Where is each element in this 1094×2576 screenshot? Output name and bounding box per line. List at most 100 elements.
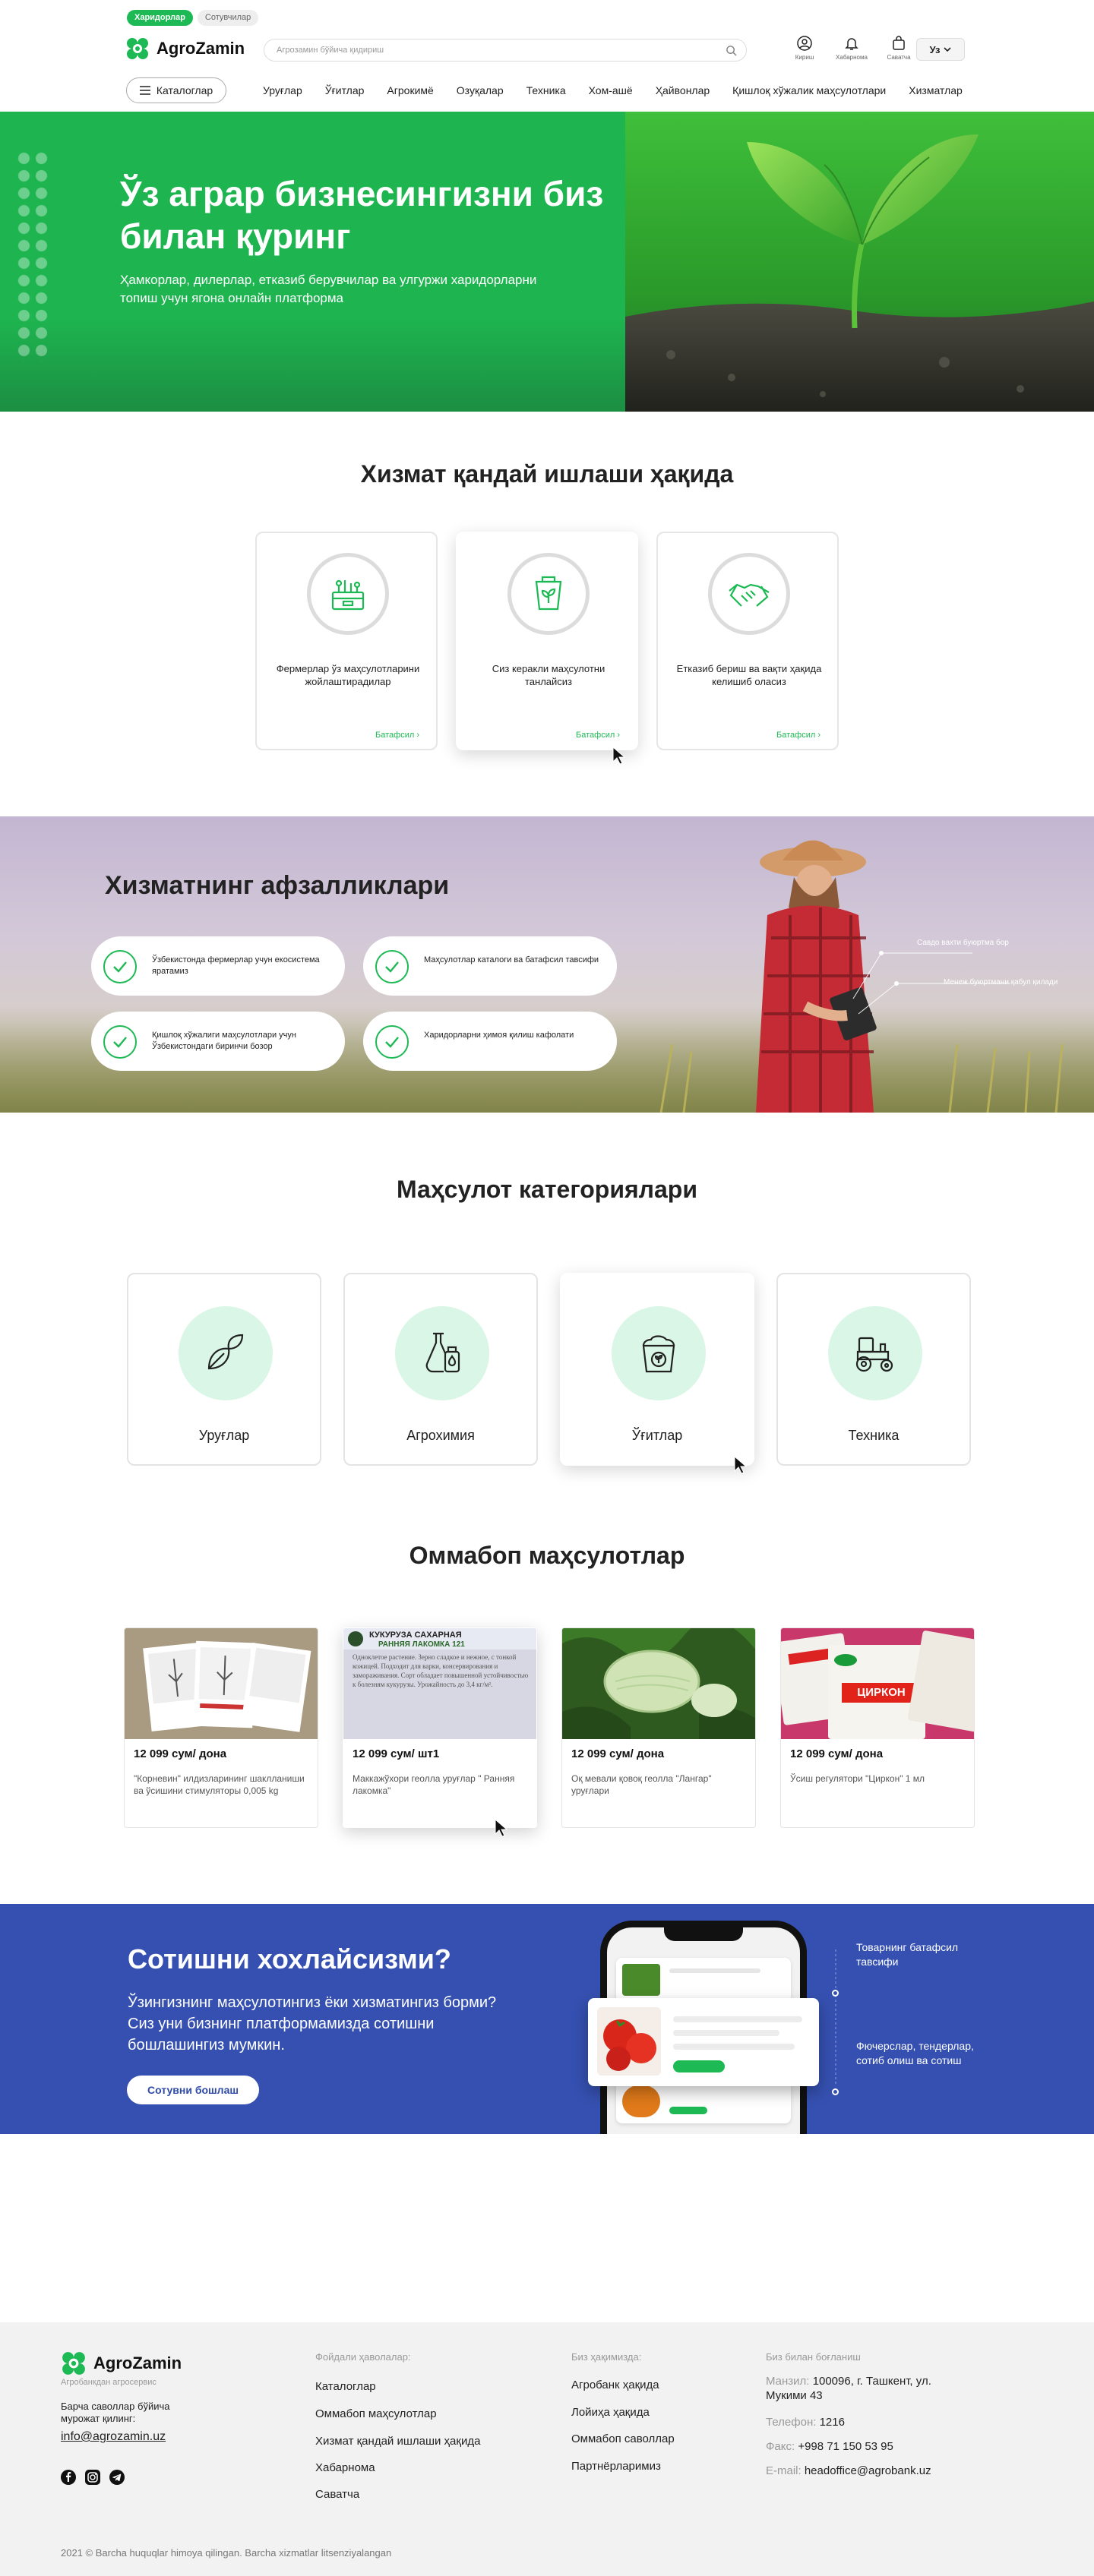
tomato-image	[597, 2007, 661, 2076]
product-image	[562, 1628, 755, 1739]
nav-item-services[interactable]: Хизматлар	[909, 84, 963, 96]
how-icon-circle	[708, 553, 790, 635]
how-card-delivery[interactable]: Етказиб бериш ва вақти ҳақида келишиб ол…	[656, 532, 839, 750]
site-header: Харидорлар Сотувчилар AgroZamin Кириш Ха…	[0, 0, 1094, 112]
cursor-icon	[612, 747, 626, 765]
product-preview-card	[588, 1998, 819, 2086]
fax-value: +998 71 150 53 95	[798, 2440, 893, 2453]
hero-banner: Ўз аграр бизнесингизни биз билан қуринг …	[0, 112, 1094, 412]
nav-item-seeds[interactable]: Уруғлар	[263, 84, 302, 96]
advantage-item: Ўзбекистонда фермерлар учун екосистема я…	[91, 936, 345, 996]
how-card-text: Сиз керакли маҳсулотни танлайсиз	[492, 663, 605, 687]
cart-label: Саватча	[887, 54, 911, 61]
advantage-text: Маҳсулотлар каталоги ва батафсил тавсифи	[424, 955, 599, 964]
category-label: Ўғитлар	[631, 1428, 683, 1443]
seed-packet-icon	[535, 576, 562, 611]
product-card[interactable]: 12 099 сум/ дона "Корневин" илдизларинин…	[124, 1627, 318, 1828]
product-image: ЦИРКОН	[781, 1628, 974, 1739]
email-label: E-mail:	[766, 2464, 802, 2477]
footer-email-link[interactable]: info@agrozamin.uz	[61, 2430, 166, 2444]
how-card-more-link[interactable]: Батафсил ›	[375, 731, 419, 740]
category-card-fertilizers[interactable]: Ўғитлар	[560, 1273, 754, 1466]
seed-icon	[207, 1334, 244, 1370]
footer-link-how[interactable]: Хизмат қандай ишлаши ҳақида	[315, 2435, 480, 2448]
footer-link-popular[interactable]: Оммабоп маҳсулотлар	[315, 2407, 437, 2420]
farmer-woman-image	[659, 840, 1064, 1113]
footer-phone: Телефон: 1216	[766, 2415, 845, 2429]
nav-item-agrochemistry[interactable]: Агрокимё	[387, 84, 433, 96]
callout-dot	[832, 1990, 839, 1997]
product-card[interactable]: 12 099 сум/ дона Оқ мевали қовоқ геолла …	[561, 1627, 756, 1828]
footer-logo[interactable]: AgroZamin	[61, 2350, 182, 2376]
email-value[interactable]: headoffice@agrobank.uz	[805, 2464, 931, 2477]
hero-soil-overlay	[0, 317, 625, 412]
footer-link-faq[interactable]: Оммабоп саволлар	[571, 2432, 675, 2445]
footer-email: E-mail: headoffice@agrobank.uz	[766, 2464, 931, 2478]
how-card-farmers[interactable]: Фермерлар ўз маҳсулотларини жойлаштиради…	[255, 532, 438, 750]
search-icon[interactable]	[726, 45, 737, 56]
advantages-section: Савдо вахти буюртма бор Менеж буюртмани …	[0, 816, 1094, 1113]
nav-item-animals[interactable]: Ҳайвонлар	[656, 84, 710, 96]
logo[interactable]: AgroZamin	[125, 36, 245, 61]
site-footer: AgroZamin Агробанкдан агросервис Барча с…	[0, 2322, 1094, 2576]
nav-item-feed[interactable]: Озуқалар	[457, 84, 504, 96]
category-card-agrochemistry[interactable]: Агрохимия	[343, 1273, 538, 1466]
login-button[interactable]: Кириш	[789, 35, 820, 61]
how-card-text: Фермерлар ўз маҳсулотларини жойлаштиради…	[276, 663, 420, 687]
notifications-label: Хабарнома	[836, 54, 868, 61]
catalog-button[interactable]: Каталоглар	[126, 77, 226, 103]
login-label: Кириш	[795, 54, 814, 61]
product-card[interactable]: КУКУРУЗА САХАРНАЯ РАННЯЯ ЛАКОМКА 121 Одн…	[343, 1627, 537, 1828]
notifications-button[interactable]: Хабарнома	[836, 35, 868, 61]
categories-title: Маҳсулот категориялари	[397, 1176, 697, 1203]
nav-item-machinery[interactable]: Техника	[526, 84, 566, 96]
hero-green-panel: Ўз аграр бизнесингизни биз билан қуринг …	[0, 112, 625, 412]
category-card-machinery[interactable]: Техника	[776, 1273, 971, 1466]
nav-item-fertilizers[interactable]: Ўғитлар	[325, 84, 365, 96]
check-circle	[375, 950, 409, 983]
chevron-down-icon	[944, 47, 952, 52]
product-description: Оқ мевали қовоқ геолла "Лангар" уруғлари	[571, 1773, 712, 1796]
cart-button[interactable]: Саватча	[883, 35, 915, 61]
brand-badge	[348, 1631, 363, 1646]
role-tabs: Харидорлар Сотувчилар	[127, 10, 259, 26]
telegram-icon[interactable]	[109, 2470, 125, 2485]
category-label: Агрохимия	[406, 1428, 475, 1443]
footer-link-notifications[interactable]: Хабарнома	[315, 2461, 375, 2474]
logo-icon	[62, 2352, 85, 2375]
language-select[interactable]: Уз	[916, 38, 965, 61]
check-circle	[375, 1025, 409, 1059]
category-card-seeds[interactable]: Уруғлар	[127, 1273, 321, 1466]
product-description: Маккажўхори геолла уруғлар " Ранняя лако…	[353, 1773, 515, 1796]
cursor-icon	[734, 1456, 748, 1474]
product-card[interactable]: ЦИРКОН 12 099 сум/ дона Ўсиш регулятори …	[780, 1627, 975, 1828]
footer-link-about-agrobank[interactable]: Агробанк ҳақида	[571, 2379, 659, 2391]
facebook-icon[interactable]	[61, 2470, 76, 2485]
start-selling-button[interactable]: Сотувни бошлаш	[127, 2076, 259, 2104]
instagram-icon[interactable]	[85, 2470, 100, 2485]
tab-buyers[interactable]: Харидорлар	[127, 10, 193, 26]
tab-sellers[interactable]: Сотувчилар	[197, 10, 259, 26]
callout-dot	[832, 2088, 839, 2095]
footer-link-catalogs[interactable]: Каталоглар	[315, 2380, 376, 2393]
packet-subtitle: РАННЯЯ ЛАКОМКА 121	[378, 1640, 465, 1649]
check-icon	[113, 1037, 127, 1048]
search-input[interactable]	[277, 39, 702, 61]
how-card-choose[interactable]: Сиз керакли маҳсулотни танлайсиз Батафси…	[456, 532, 638, 750]
nav-item-agri-products[interactable]: Қишлоқ хўжалик маҳсулотлари	[732, 84, 886, 96]
sell-title: Сотишни хохлайсизми?	[128, 1943, 451, 1975]
footer-logo-text: AgroZamin	[93, 2353, 182, 2372]
how-card-more-link[interactable]: Батафсил ›	[576, 731, 620, 740]
nav-item-raw-materials[interactable]: Хом-ашё	[589, 84, 633, 96]
how-card-more-link[interactable]: Батафсил ›	[776, 731, 820, 740]
advantage-item: Қишлоқ хўжалиги маҳсулотлари учун Ўзбеки…	[91, 1012, 345, 1071]
footer-tagline: Агробанкдан агросервис	[61, 2378, 157, 2387]
category-icon-circle	[179, 1306, 273, 1400]
catalog-label: Каталоглар	[156, 84, 213, 96]
hero-title: Ўз аграр бизнесингизни биз билан қуринг	[120, 174, 604, 256]
footer-link-cart[interactable]: Саватча	[315, 2488, 359, 2501]
category-icon-circle	[828, 1306, 922, 1400]
advantages-title: Хизматнинг афзалликлари	[105, 871, 450, 900]
footer-link-about-project[interactable]: Лойиҳа ҳақида	[571, 2406, 650, 2419]
footer-link-partners[interactable]: Партнёрларимиз	[571, 2460, 661, 2473]
